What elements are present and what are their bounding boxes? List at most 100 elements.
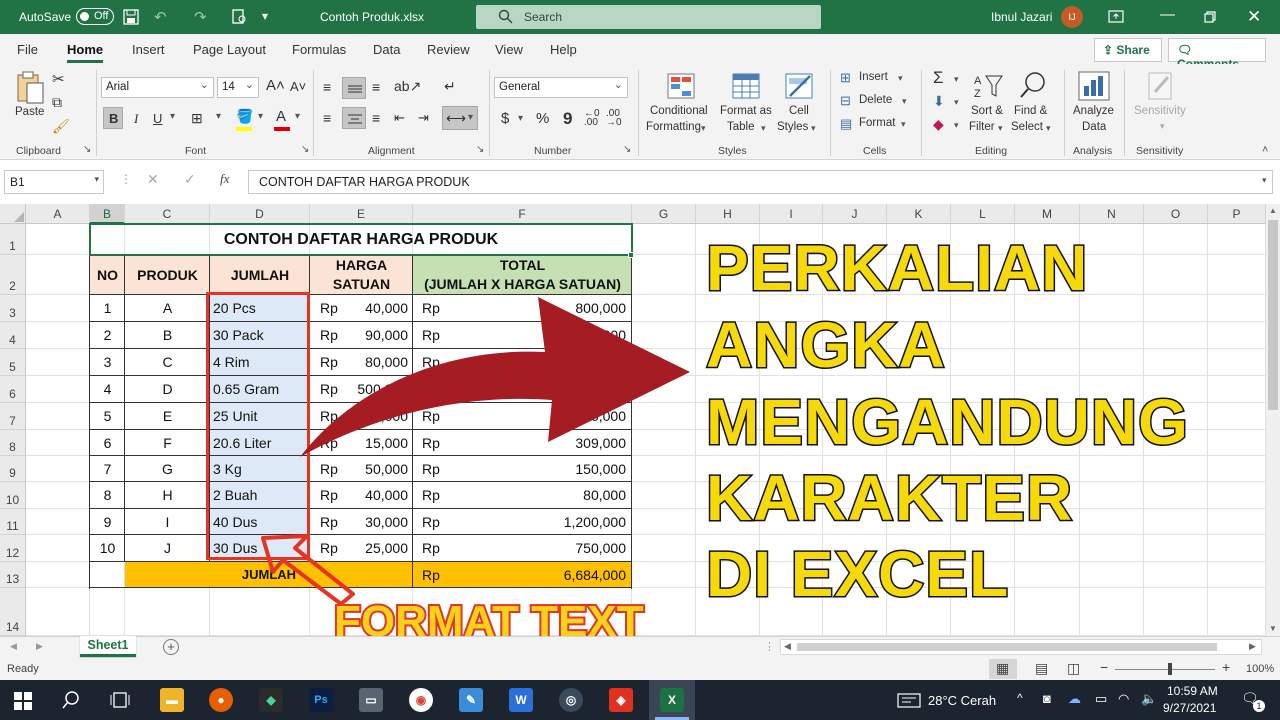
format-painter-icon[interactable]: 🖌 [52, 118, 70, 135]
sum-rp[interactable]: Rp [422, 562, 452, 588]
middle-align-icon[interactable] [342, 77, 366, 99]
wrap-text-icon[interactable]: ↵ [444, 78, 456, 95]
vertical-scrollbar[interactable]: ▲ ▼ [1266, 204, 1280, 636]
row-header-7[interactable]: 7 [0, 403, 26, 430]
chevron-down-icon[interactable]: ▾ [761, 123, 766, 134]
clock-date[interactable]: 9/27/2021 [1163, 701, 1216, 715]
copy-icon[interactable]: ⧉ [52, 94, 62, 111]
avatar[interactable]: IJ [1061, 6, 1083, 28]
header-total[interactable]: TOTAL [413, 256, 632, 275]
row-header-8[interactable]: 8 [0, 430, 26, 456]
add-sheet-button[interactable]: + [163, 639, 179, 655]
row-header-5[interactable]: 5 [0, 349, 26, 376]
cell-no[interactable]: 8 [90, 482, 125, 509]
collapse-ribbon-icon[interactable]: ˄ [1262, 144, 1268, 156]
h-scrollbar-thumb[interactable] [797, 643, 1217, 651]
tab-insert[interactable]: Insert [132, 42, 165, 57]
increase-indent-icon[interactable]: ⇥ [418, 110, 429, 126]
tab-view[interactable]: View [495, 42, 523, 57]
column-header-g[interactable]: G [632, 204, 696, 224]
tab-formulas[interactable]: Formulas [292, 42, 346, 57]
select-all-button[interactable] [0, 204, 26, 224]
zoom-level[interactable]: 100% [1246, 663, 1274, 675]
tab-data[interactable]: Data [373, 42, 400, 57]
font-color-icon[interactable]: A [276, 108, 286, 125]
column-header-b[interactable]: B [90, 204, 125, 224]
cell-produk[interactable]: B [125, 322, 210, 349]
excel-taskbar-active[interactable]: X [649, 680, 695, 720]
row-header-3[interactable]: 3 [0, 295, 26, 322]
cell-harga[interactable]: 40,000 [340, 482, 408, 509]
zoom-out-icon[interactable]: − [1100, 659, 1108, 675]
sort-filter-label-1[interactable]: Sort & [971, 105, 1003, 117]
row-header-14[interactable]: 14 [0, 588, 26, 636]
row-header-12[interactable]: 12 [0, 535, 26, 562]
chevron-down-icon[interactable]: ▾ [898, 73, 903, 84]
chevron-down-icon[interactable]: ▾ [954, 97, 959, 108]
column-header-a[interactable]: A [26, 204, 90, 224]
expand-formula-icon[interactable]: ▾ [1262, 175, 1267, 186]
zoom-slider-thumb[interactable] [1168, 663, 1172, 675]
increase-decimal-icon[interactable]: ←0.00 [584, 109, 600, 128]
analyze-data-icon[interactable] [1077, 70, 1111, 102]
cell-produk[interactable]: G [125, 456, 210, 482]
column-header-c[interactable]: C [125, 204, 210, 224]
firefox-icon[interactable]: ● [209, 688, 233, 712]
shrink-font-icon[interactable]: A˅ [290, 79, 306, 94]
print-preview-icon[interactable] [231, 9, 247, 25]
chevron-down-icon[interactable]: ▾ [954, 74, 959, 85]
borders-icon[interactable]: ⊞ [191, 110, 203, 127]
cut-icon[interactable]: ✂ [52, 70, 65, 88]
header-harga[interactable]: HARGA [310, 256, 413, 275]
font-name-select[interactable]: Arial [101, 77, 214, 98]
borders-dropdown-icon[interactable]: ▾ [216, 111, 221, 122]
scroll-up-icon[interactable]: ▲ [1269, 206, 1277, 215]
format-cells-label[interactable]: Format [859, 117, 895, 129]
cell-no[interactable]: 4 [90, 376, 125, 403]
row-header-13[interactable]: 13 [0, 562, 26, 588]
cell-produk[interactable]: I [125, 509, 210, 535]
center-icon[interactable] [342, 107, 366, 129]
cell-total[interactable]: 80,000 [460, 482, 626, 509]
tab-help[interactable]: Help [550, 42, 577, 57]
cell-no[interactable]: 10 [90, 535, 125, 562]
sheet-tab-sheet1[interactable]: Sheet1 [80, 636, 136, 657]
fill-color-icon[interactable]: 🪣 [236, 108, 253, 128]
top-align-icon[interactable]: ≡ [323, 79, 331, 95]
paint-icon[interactable]: ✎ [459, 688, 483, 712]
column-header-m[interactable]: M [1015, 204, 1080, 224]
format-as-table-icon[interactable] [731, 72, 761, 100]
conditional-formatting-label-2[interactable]: Formatting [646, 121, 701, 133]
chevron-down-icon[interactable]: ▾ [1046, 123, 1051, 134]
cell-no[interactable]: 3 [90, 349, 125, 376]
cell-total[interactable]: 750,000 [460, 535, 626, 562]
autosum-icon[interactable]: Σ [933, 68, 944, 88]
cell-styles-label-1[interactable]: Cell [789, 105, 809, 117]
align-right-icon[interactable]: ≡ [372, 110, 380, 126]
sum-total[interactable]: 6,684,000 [460, 562, 626, 588]
cell-rp-total[interactable]: Rp [422, 535, 452, 562]
task-view-icon[interactable] [110, 691, 130, 709]
merge-center-button[interactable]: ⟷ ▾ [442, 106, 478, 130]
file-explorer-icon[interactable]: ▬ [160, 688, 184, 712]
tab-home[interactable]: Home [67, 42, 104, 63]
chevron-down-icon[interactable]: ▾ [901, 119, 906, 130]
row-header-9[interactable]: 9 [0, 456, 26, 482]
chevron-down-icon[interactable]: ▾ [954, 120, 959, 131]
app-icon[interactable]: ◆ [259, 688, 283, 712]
decrease-indent-icon[interactable]: ⇤ [394, 110, 405, 126]
cell-total[interactable]: 1,200,000 [460, 509, 626, 535]
column-header-h[interactable]: H [696, 204, 760, 224]
fill-dropdown-icon[interactable]: ▾ [258, 111, 263, 122]
cell-no[interactable]: 7 [90, 456, 125, 482]
italic-button[interactable]: I [134, 111, 138, 127]
row-header-1[interactable]: 1 [0, 224, 26, 255]
column-header-f[interactable]: F [413, 204, 632, 224]
find-select-label-1[interactable]: Find & [1014, 105, 1047, 117]
underline-button[interactable]: U [153, 111, 162, 126]
formula-input[interactable]: CONTOH DAFTAR HARGA PRODUK [248, 170, 1273, 194]
cell-no[interactable]: 2 [90, 322, 125, 349]
chevron-down-icon[interactable]: ▾ [902, 96, 907, 107]
column-header-j[interactable]: J [823, 204, 887, 224]
format-as-table-label-1[interactable]: Format as [720, 105, 772, 117]
